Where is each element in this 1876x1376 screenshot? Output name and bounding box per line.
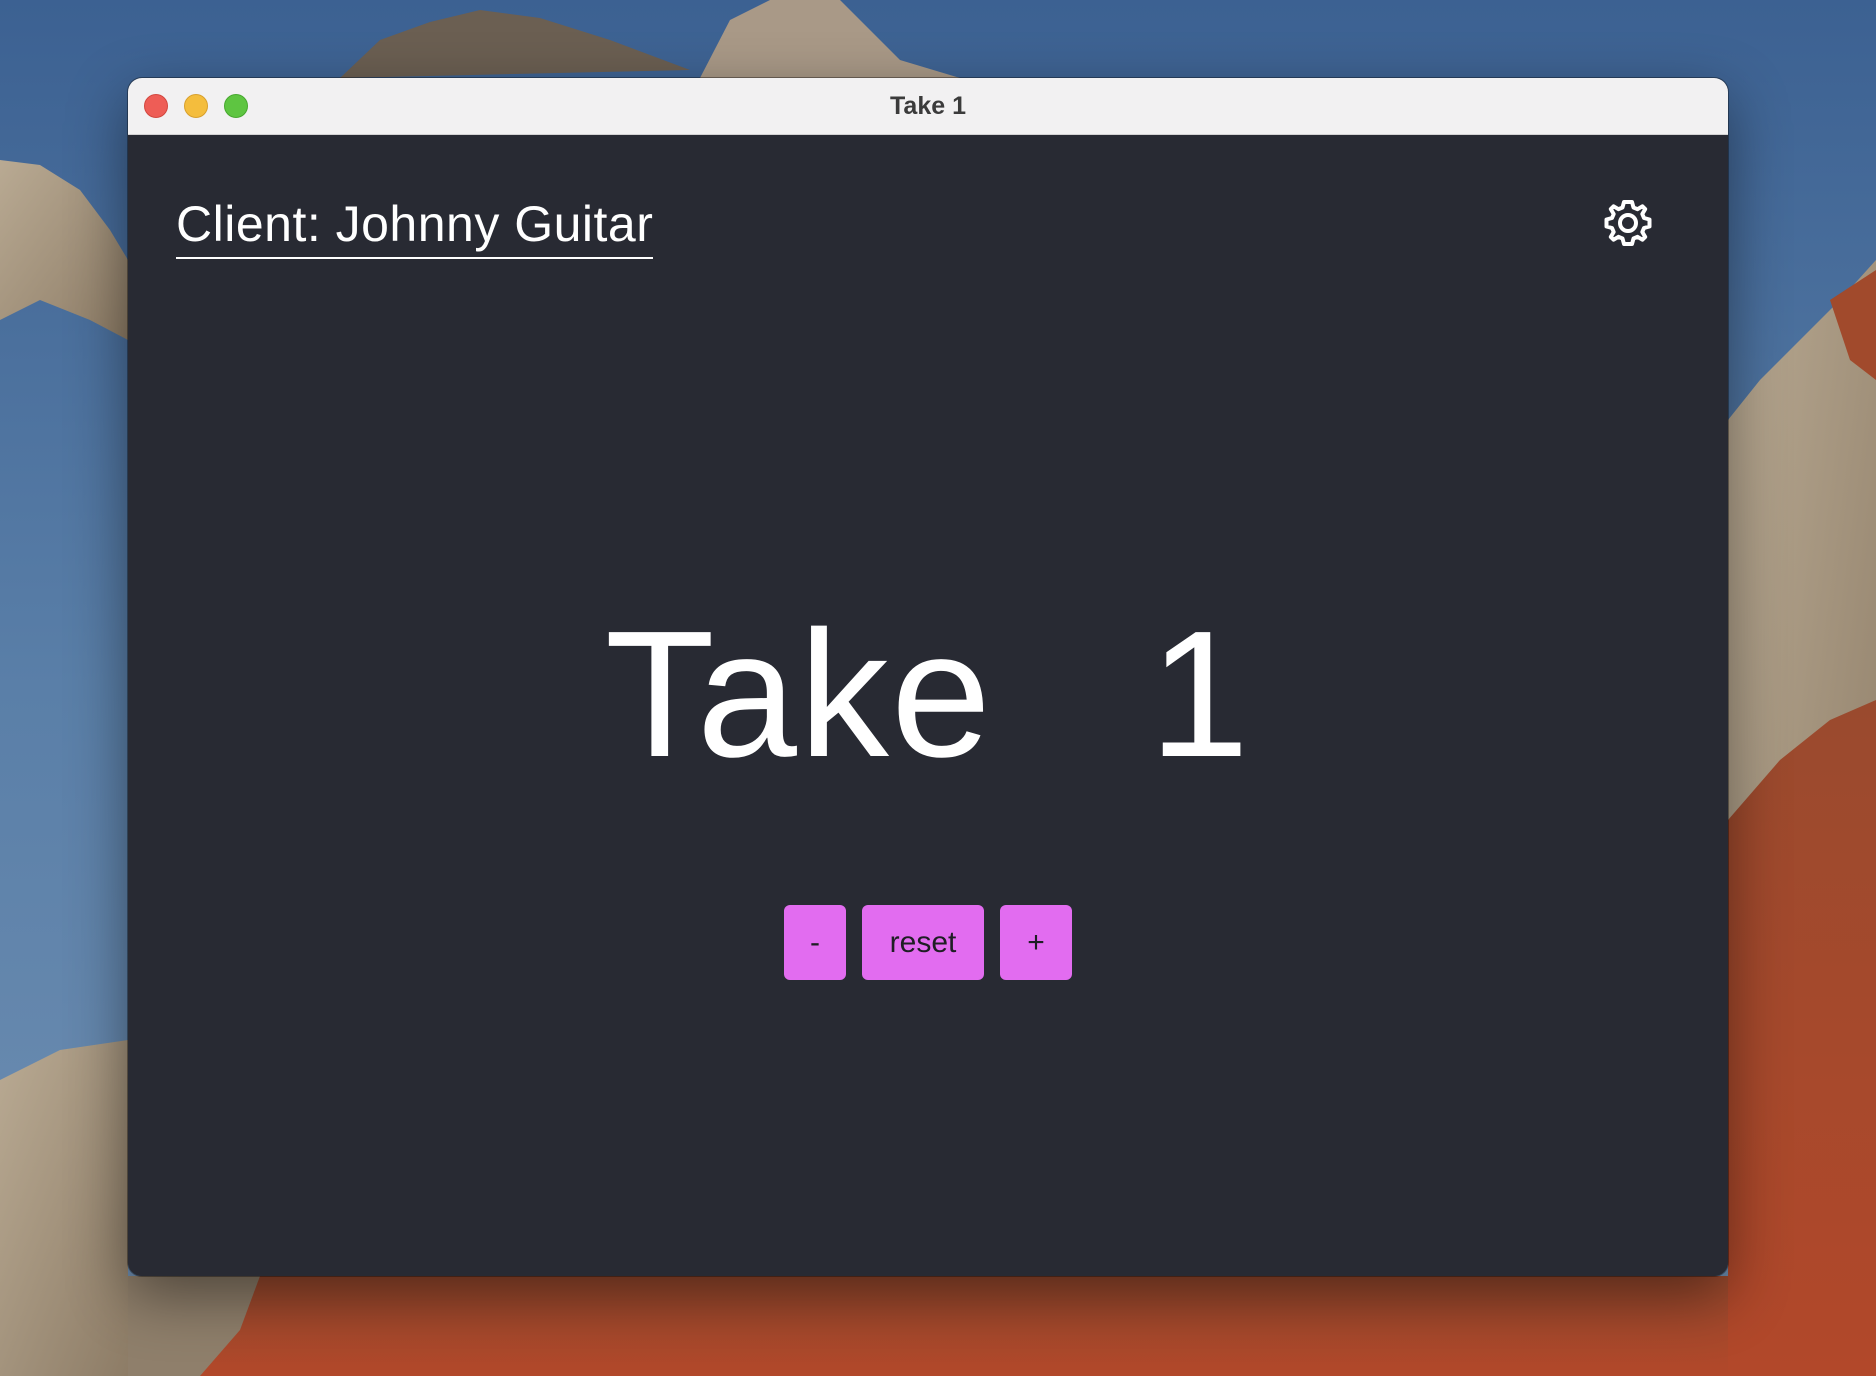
increment-take-button[interactable]: + (1000, 905, 1072, 980)
window-title: Take 1 (890, 92, 966, 120)
decrement-take-button[interactable]: - (784, 905, 846, 980)
take-counter-display: Take 1 (128, 605, 1728, 785)
client-name-link[interactable]: Client: Johnny Guitar (176, 195, 654, 259)
take-number: 1 (1149, 594, 1252, 795)
title-bar: Take 1 (128, 78, 1728, 135)
reset-take-button[interactable]: reset (862, 905, 984, 980)
app-window: Take 1 Client: Johnny Guitar Take 1 - re… (128, 78, 1728, 1276)
take-controls: - reset + (128, 905, 1728, 980)
take-label: Take (604, 594, 994, 795)
take-spacer (993, 594, 1149, 795)
main-content: Client: Johnny Guitar Take 1 - reset + (128, 135, 1728, 1276)
gear-icon[interactable] (1602, 197, 1654, 249)
